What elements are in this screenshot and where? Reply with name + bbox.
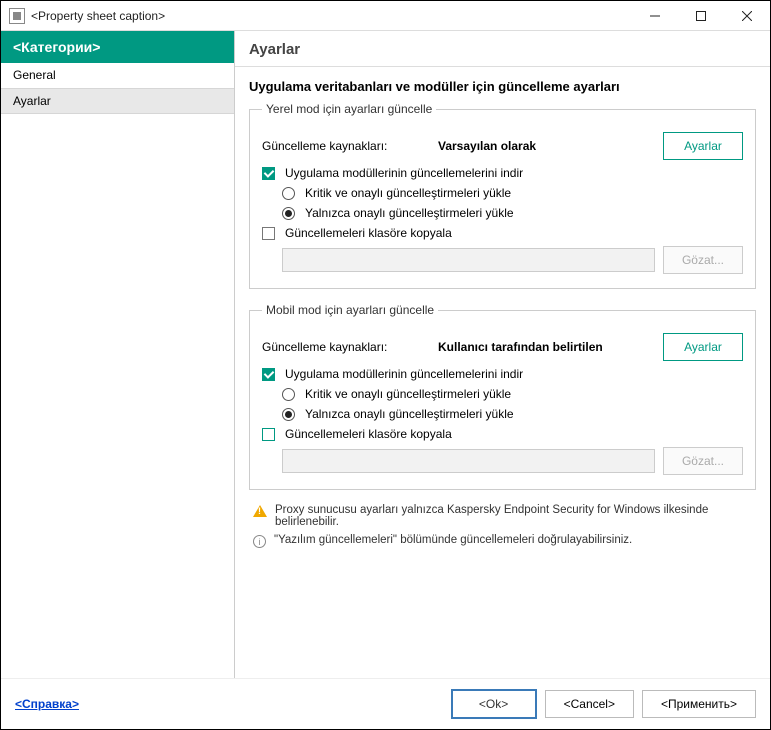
local-sources-value: Varsayılan olarak	[438, 139, 657, 153]
local-download-updates-label: Uygulama modüllerinin güncellemelerini i…	[285, 166, 523, 180]
ok-button[interactable]: <Ok>	[451, 689, 537, 719]
local-download-updates-checkbox[interactable]	[262, 167, 275, 180]
apply-button[interactable]: <Применить>	[642, 690, 756, 718]
local-radio-approved-label: Yalnızca onaylı güncelleştirmeleri yükle	[305, 206, 514, 220]
minimize-button[interactable]	[632, 1, 678, 31]
warning-note: Proxy sunucusu ayarları yalnızca Kaspers…	[253, 504, 756, 528]
help-link[interactable]: <Справка>	[15, 697, 79, 711]
mobile-copy-folder-label: Güncellemeleri klasöre kopyala	[285, 427, 452, 441]
local-radio-critical[interactable]	[282, 187, 295, 200]
group-local-mode: Yerel mod için ayarları güncelle Güncell…	[249, 102, 756, 289]
main-panel: Ayarlar Uygulama veritabanları ve modüll…	[235, 31, 770, 678]
group-mobile-mode: Mobil mod için ayarları güncelle Güncell…	[249, 303, 756, 490]
sidebar: <Категории> General Ayarlar	[1, 31, 235, 678]
main-header: Ayarlar	[235, 31, 770, 67]
app-icon	[9, 8, 25, 24]
sidebar-item-general[interactable]: General	[1, 63, 234, 88]
close-button[interactable]	[724, 1, 770, 31]
window-title: <Property sheet caption>	[31, 9, 632, 23]
local-browse-button[interactable]: Gözat...	[663, 246, 743, 274]
mobile-browse-button[interactable]: Gözat...	[663, 447, 743, 475]
footer: <Справка> <Ok> <Cancel> <Применить>	[1, 678, 770, 729]
mobile-radio-critical-label: Kritik ve onaylı güncelleştirmeleri yükl…	[305, 387, 511, 401]
mobile-radio-approved-label: Yalnızca onaylı güncelleştirmeleri yükle	[305, 407, 514, 421]
info-note: i "Yazılım güncellemeleri" bölümünde gün…	[253, 534, 756, 548]
window-controls	[632, 1, 770, 31]
mobile-sources-value: Kullanıcı tarafından belirtilen	[438, 340, 657, 354]
mobile-copy-folder-checkbox[interactable]	[262, 428, 275, 441]
group-mobile-legend: Mobil mod için ayarları güncelle	[262, 303, 438, 317]
local-radio-approved[interactable]	[282, 207, 295, 220]
mobile-radio-critical[interactable]	[282, 388, 295, 401]
warning-icon	[253, 505, 267, 517]
main-body: Uygulama veritabanları ve modüller için …	[235, 67, 770, 678]
section-title: Uygulama veritabanları ve modüller için …	[249, 79, 756, 94]
mobile-folder-path-input[interactable]	[282, 449, 655, 473]
mobile-download-updates-label: Uygulama modüllerinin güncellemelerini i…	[285, 367, 523, 381]
content: <Категории> General Ayarlar Ayarlar Uygu…	[1, 31, 770, 678]
maximize-button[interactable]	[678, 1, 724, 31]
local-radio-critical-label: Kritik ve onaylı güncelleştirmeleri yükl…	[305, 186, 511, 200]
sidebar-item-label: Ayarlar	[13, 94, 51, 108]
sidebar-item-settings[interactable]: Ayarlar	[1, 88, 234, 114]
local-folder-path-input[interactable]	[282, 248, 655, 272]
info-icon: i	[253, 535, 266, 548]
titlebar: <Property sheet caption>	[1, 1, 770, 31]
mobile-download-updates-checkbox[interactable]	[262, 368, 275, 381]
mobile-sources-label: Güncelleme kaynakları:	[262, 340, 432, 354]
group-local-legend: Yerel mod için ayarları güncelle	[262, 102, 436, 116]
local-copy-folder-label: Güncellemeleri klasöre kopyala	[285, 226, 452, 240]
mobile-radio-approved[interactable]	[282, 408, 295, 421]
warning-text: Proxy sunucusu ayarları yalnızca Kaspers…	[275, 504, 756, 528]
cancel-button[interactable]: <Cancel>	[545, 690, 634, 718]
sidebar-item-label: General	[13, 68, 56, 82]
local-settings-button[interactable]: Ayarlar	[663, 132, 743, 160]
window: <Property sheet caption> <Категории> Gen…	[0, 0, 771, 730]
sidebar-header: <Категории>	[1, 31, 234, 63]
local-sources-label: Güncelleme kaynakları:	[262, 139, 432, 153]
info-text: "Yazılım güncellemeleri" bölümünde günce…	[274, 534, 632, 546]
local-copy-folder-checkbox[interactable]	[262, 227, 275, 240]
mobile-settings-button[interactable]: Ayarlar	[663, 333, 743, 361]
